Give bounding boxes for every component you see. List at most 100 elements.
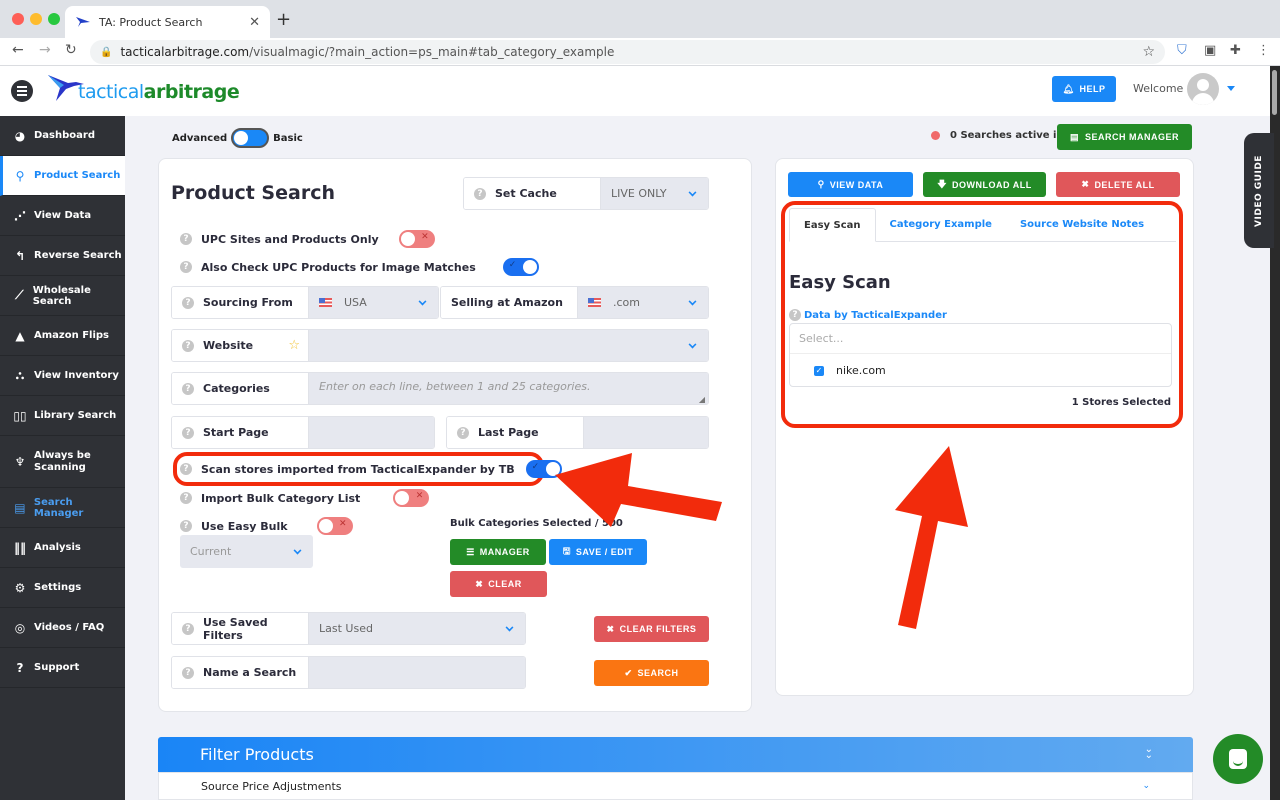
browser-tab[interactable]: TA: Product Search ✕: [65, 6, 270, 38]
sidebar-item-dashboard[interactable]: ◕ Dashboard: [0, 116, 125, 156]
url-host: tacticalarbitrage.com: [120, 45, 250, 59]
chat-launcher-button[interactable]: [1213, 734, 1263, 784]
easy-bulk-toggle[interactable]: ✕: [316, 517, 353, 535]
help-icon[interactable]: ?: [180, 463, 192, 475]
bookmark-star-icon[interactable]: ☆: [1142, 44, 1155, 60]
puzzle-icon[interactable]: ✚: [1230, 43, 1241, 58]
search-label: SEARCH: [637, 668, 679, 678]
logo[interactable]: tactical arbitrage: [46, 73, 240, 103]
help-icon[interactable]: ?: [789, 309, 801, 321]
hamburger-menu-icon[interactable]: [11, 80, 33, 102]
sidebar-item-amazon-flips[interactable]: ▲ Amazon Flips: [0, 316, 125, 356]
star-icon[interactable]: ☆: [288, 338, 300, 353]
double-chevron-down-icon[interactable]: ⌄ ⌄: [1145, 745, 1153, 761]
help-icon[interactable]: ?: [180, 520, 192, 532]
last-page-input[interactable]: [584, 417, 708, 448]
download-all-button[interactable]: 🡇 DOWNLOAD ALL: [923, 172, 1046, 197]
sidebar-item-view-data[interactable]: ⋰ View Data: [0, 196, 125, 236]
scan-stores-toggle[interactable]: ✓: [525, 460, 562, 478]
sourcing-from-select[interactable]: USA: [309, 287, 438, 318]
sidebar-item-reverse-search[interactable]: ↰ Reverse Search: [0, 236, 125, 276]
video-guide-tab[interactable]: VIDEO GUIDE: [1244, 133, 1274, 248]
name-search-input[interactable]: [309, 657, 525, 688]
browser-menu-icon[interactable]: ⋮: [1257, 43, 1270, 58]
us-flag-icon: [319, 298, 332, 307]
store-multiselect[interactable]: Select... ✓ nike.com: [789, 323, 1172, 387]
clear-filters-button[interactable]: ✖ CLEAR FILTERS: [594, 616, 709, 642]
help-icon[interactable]: ?: [182, 339, 194, 352]
sidebar-item-library-search[interactable]: ▯▯ Library Search: [0, 396, 125, 436]
delete-all-button[interactable]: ✖ DELETE ALL: [1056, 172, 1180, 197]
set-cache-value: LIVE ONLY: [611, 187, 667, 200]
tab-easy-scan[interactable]: Easy Scan: [789, 208, 876, 242]
help-icon[interactable]: ?: [457, 426, 469, 439]
maximize-window-button[interactable]: [48, 13, 60, 25]
resize-handle-icon[interactable]: ◢: [699, 395, 705, 404]
sidebar-item-wholesale-search[interactable]: ⟋ Wholesale Search: [0, 276, 125, 316]
selling-at-select[interactable]: .com: [578, 287, 708, 318]
reload-icon[interactable]: ↻: [65, 42, 77, 58]
start-page-input[interactable]: [309, 417, 434, 448]
sidebar-item-search-manager[interactable]: ▤ Search Manager: [0, 488, 125, 528]
checkbox-checked-icon[interactable]: ✓: [814, 365, 824, 376]
extension-icon[interactable]: ⛉: [1177, 43, 1187, 58]
url-bar[interactable]: 🔒 tacticalarbitrage.com /visualmagic/?ma…: [90, 40, 1165, 64]
close-window-button[interactable]: [12, 13, 24, 25]
help-icon[interactable]: ?: [182, 666, 194, 679]
extension-2-icon[interactable]: ▣: [1204, 43, 1216, 58]
scrollbar-thumb[interactable]: [1272, 70, 1277, 115]
sidebar-item-support[interactable]: ? Support: [0, 648, 125, 688]
caret-down-icon[interactable]: [1227, 86, 1235, 91]
easy-bulk-select[interactable]: Current: [180, 535, 313, 568]
set-cache-select[interactable]: LIVE ONLY: [601, 178, 708, 209]
sidebar-item-analysis[interactable]: ‖‖ Analysis: [0, 528, 125, 568]
help-icon[interactable]: ?: [180, 261, 192, 273]
clear-button[interactable]: ✖ CLEAR: [450, 571, 547, 597]
image-match-toggle[interactable]: ✓: [502, 258, 539, 276]
filter-products-header[interactable]: Filter Products ⌄ ⌄: [158, 737, 1193, 772]
import-bulk-toggle[interactable]: ✕: [393, 489, 430, 507]
line-chart-icon: ⟋: [15, 288, 24, 302]
help-icon[interactable]: ?: [182, 296, 194, 309]
sidebar-item-label: Analysis: [34, 542, 81, 553]
bird-favicon-icon: [76, 17, 90, 27]
new-tab-button[interactable]: +: [276, 9, 291, 30]
search-button[interactable]: ✔ SEARCH: [594, 660, 709, 686]
minimize-window-button[interactable]: [30, 13, 42, 25]
save-edit-button[interactable]: 🖫 SAVE / EDIT: [549, 539, 647, 565]
help-icon[interactable]: ?: [182, 426, 194, 439]
upc-only-toggle[interactable]: ✕: [398, 230, 435, 248]
search-manager-button[interactable]: ▤ SEARCH MANAGER: [1057, 124, 1192, 150]
avatar[interactable]: [1187, 73, 1219, 105]
check-icon: ✔: [624, 667, 633, 678]
chevron-down-icon: ⌄: [1142, 781, 1150, 791]
website-select[interactable]: [309, 330, 708, 361]
help-button[interactable]: 🔔︎ HELP: [1052, 76, 1116, 102]
sidebar-item-settings[interactable]: ⚙ Settings: [0, 568, 125, 608]
categories-textarea[interactable]: Enter on each line, between 1 and 25 cat…: [309, 373, 708, 404]
forward-icon[interactable]: →: [39, 42, 51, 58]
saved-filters-select[interactable]: Last Used: [309, 613, 525, 644]
tab-category-example[interactable]: Category Example: [876, 208, 1006, 241]
view-data-button[interactable]: ⚲ VIEW DATA: [788, 172, 913, 197]
sidebar-item-videos-faq[interactable]: ◎ Videos / FAQ: [0, 608, 125, 648]
url-path: /visualmagic/?main_action=ps_main#tab_ca…: [249, 45, 615, 59]
boxes-icon: ⛬: [15, 368, 25, 382]
store-select-input[interactable]: Select...: [790, 324, 1171, 354]
back-icon[interactable]: ←: [12, 42, 24, 58]
help-icon[interactable]: ?: [180, 233, 192, 245]
manager-button[interactable]: ☰ MANAGER: [450, 539, 546, 565]
advanced-basic-switch[interactable]: [231, 128, 270, 148]
help-icon[interactable]: ?: [182, 382, 194, 395]
data-by-text[interactable]: Data by TacticalExpander: [804, 310, 947, 321]
sidebar-item-always-be-scanning[interactable]: ♆ Always be Scanning: [0, 436, 125, 488]
close-tab-icon[interactable]: ✕: [249, 15, 260, 30]
sidebar-item-product-search[interactable]: ⚲ Product Search: [0, 156, 125, 196]
sidebar-item-view-inventory[interactable]: ⛬ View Inventory: [0, 356, 125, 396]
store-option[interactable]: ✓ nike.com: [790, 354, 1171, 387]
help-icon[interactable]: ?: [182, 622, 194, 635]
source-price-adjustments-row[interactable]: Source Price Adjustments ⌄: [158, 772, 1193, 800]
help-icon[interactable]: ?: [474, 187, 486, 200]
help-icon[interactable]: ?: [180, 492, 192, 504]
tab-source-website-notes[interactable]: Source Website Notes: [1006, 208, 1158, 241]
